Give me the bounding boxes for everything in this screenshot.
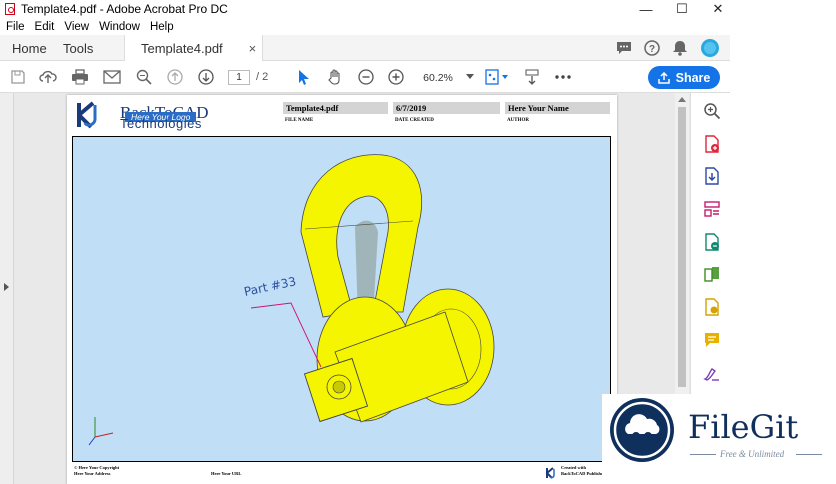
tab-tools-label: Tools: [63, 40, 94, 56]
share-label: Share: [675, 70, 711, 85]
share-button[interactable]: Share: [648, 66, 720, 89]
footer-publisher: Created with BackToCAD Publisher: [561, 465, 605, 477]
create-pdf-icon[interactable]: [703, 167, 721, 185]
menu-window[interactable]: Window: [99, 21, 140, 33]
scroll-mode-icon[interactable]: [522, 67, 542, 87]
logo-text-bottom: Technologies: [120, 116, 202, 131]
close-tab-icon[interactable]: ×: [249, 41, 257, 56]
header-author-value: Here Your Name: [505, 102, 610, 114]
hand-tool-icon[interactable]: [325, 67, 345, 87]
maximize-icon[interactable]: ☐: [664, 0, 700, 18]
zoom-out-icon[interactable]: [356, 67, 376, 87]
page-view-icon[interactable]: [484, 67, 510, 87]
menu-help[interactable]: Help: [150, 21, 174, 33]
tab-document[interactable]: Template4.pdf ×: [124, 35, 264, 62]
header-date-label: DATE CREATED: [395, 118, 434, 123]
cad-drawing-frame: Part #33: [72, 136, 611, 462]
select-cursor-icon[interactable]: [294, 67, 314, 87]
part-label: Part #33: [243, 274, 298, 299]
search-document-icon[interactable]: [703, 102, 721, 120]
protect-pdf-icon[interactable]: [703, 298, 721, 316]
pdf-file-icon: [5, 3, 15, 15]
tab-document-label: Template4.pdf: [141, 41, 223, 56]
email-icon[interactable]: [102, 67, 122, 87]
footer-copyright: © Here Your Copyright Here Your Address: [74, 465, 119, 477]
tagline-rule-right: [796, 454, 822, 455]
header-file-name-label: FILE NAME: [285, 118, 314, 123]
comment-icon[interactable]: [614, 38, 634, 58]
svg-text:?: ?: [649, 44, 655, 55]
page-count: / 2: [256, 71, 269, 83]
comment-tool-icon[interactable]: [703, 331, 721, 349]
menu-bar: File Edit View Window Help: [0, 18, 730, 35]
logo-mark-icon: [77, 101, 97, 129]
share-icon: [657, 71, 670, 84]
fill-and-sign-icon[interactable]: [703, 364, 721, 382]
page-number-input[interactable]: 1: [228, 70, 250, 85]
toolbar: 1 / 2 60.2% Share: [0, 61, 730, 93]
minimize-icon[interactable]: —: [628, 0, 664, 18]
filegit-tagline: Free & Unlimited: [720, 449, 785, 459]
user-avatar-icon[interactable]: [700, 38, 720, 58]
tab-home-label: Home: [12, 40, 47, 56]
tab-tools[interactable]: Tools: [63, 35, 93, 61]
filegit-watermark: FileGit Free & Unlimited: [602, 394, 836, 484]
window-title: Template4.pdf - Adobe Acrobat Pro DC: [21, 2, 228, 16]
previous-page-icon[interactable]: [165, 67, 185, 87]
footer-publisher-name: BackToCAD Publisher: [561, 471, 605, 476]
filegit-logo-icon: [610, 398, 674, 462]
upload-cloud-icon[interactable]: [38, 67, 58, 87]
shackle-drawing: Part #33: [88, 154, 495, 446]
menu-edit[interactable]: Edit: [35, 21, 55, 33]
pdf-page: BackToCAD Here Your Logo Technologies Te…: [67, 95, 617, 484]
footer-logo-icon: [546, 467, 555, 479]
header-file-name-value: Template4.pdf: [283, 102, 388, 114]
zoom-search-icon[interactable]: [134, 67, 154, 87]
save-icon[interactable]: [8, 67, 28, 87]
zoom-dropdown-icon[interactable]: [460, 67, 480, 87]
filegit-name: FileGit: [688, 408, 799, 446]
zoom-level[interactable]: 60.2%: [418, 70, 458, 85]
title-bar: Template4.pdf - Adobe Acrobat Pro DC: [0, 0, 730, 18]
company-logo: BackToCAD Here Your Logo Technologies: [75, 101, 245, 131]
menu-view[interactable]: View: [64, 21, 89, 33]
tagline-rule-left: [690, 454, 716, 455]
footer-address-line: Here Your Address: [74, 471, 111, 476]
footer-url: Here Your URL: [211, 471, 242, 476]
scroll-up-icon[interactable]: [678, 97, 686, 103]
help-icon[interactable]: ?: [642, 38, 662, 58]
menu-file[interactable]: File: [6, 21, 25, 33]
tab-home[interactable]: Home: [12, 35, 47, 61]
edit-pdf-icon[interactable]: [703, 233, 721, 251]
scrollbar-thumb[interactable]: [678, 107, 686, 387]
header-date-value: 6/7/2019: [393, 102, 500, 114]
organize-pages-icon[interactable]: [703, 200, 721, 218]
expand-left-panel-icon[interactable]: [4, 283, 10, 291]
print-icon[interactable]: [70, 67, 90, 87]
next-page-icon[interactable]: [196, 67, 216, 87]
export-pdf-icon[interactable]: [703, 135, 721, 153]
more-options-icon[interactable]: [553, 67, 573, 87]
left-panel-toggle[interactable]: [0, 93, 14, 484]
compare-files-icon[interactable]: [703, 265, 721, 283]
header-author-label: AUTHOR: [507, 118, 529, 123]
tabs-bar: Home Tools Template4.pdf × ?: [0, 35, 730, 62]
acrobat-window: Template4.pdf - Adobe Acrobat Pro DC — ☐…: [0, 0, 836, 484]
notifications-bell-icon[interactable]: [670, 38, 690, 58]
zoom-in-icon[interactable]: [386, 67, 406, 87]
